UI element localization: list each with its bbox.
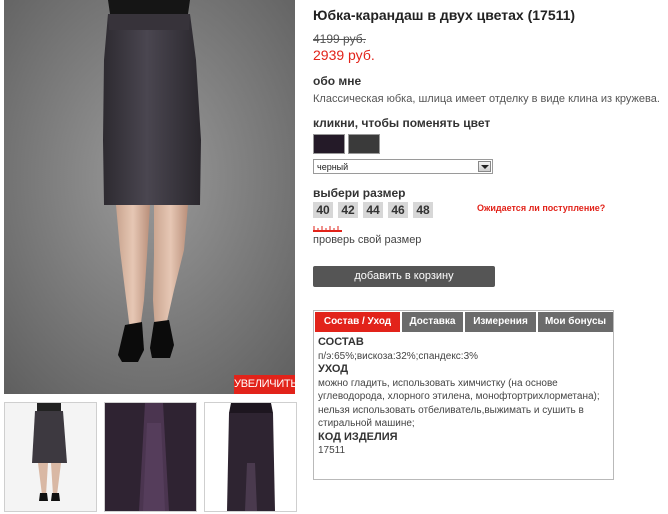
size-option-44[interactable]: 44 xyxy=(363,202,383,218)
check-size-link[interactable]: проверь свой размер xyxy=(313,234,421,246)
tab-bonuses[interactable]: Мои бонусы xyxy=(538,312,613,332)
tab-composition-care[interactable]: Состав / Уход xyxy=(315,312,400,332)
color-swatch-dark-purple[interactable] xyxy=(313,134,345,154)
size-option-42[interactable]: 42 xyxy=(338,202,358,218)
product-title: Юбка-карандаш в двух цветах (17511) xyxy=(313,7,576,23)
product-code-heading: КОД ИЗДЕЛИЯ xyxy=(318,430,398,443)
color-swatch-black[interactable] xyxy=(348,134,380,154)
tab-measurements[interactable]: Измерения xyxy=(465,312,536,332)
composition-text: п/э:65%;вискоза:32%;спандекс:3% xyxy=(318,350,479,362)
about-text: Классическая юбка, шлица имеет отделку в… xyxy=(313,93,660,105)
color-select[interactable]: черный xyxy=(313,159,493,174)
size-option-40[interactable]: 40 xyxy=(313,202,333,218)
size-heading: выбери размер xyxy=(313,186,406,200)
tab-delivery[interactable]: Доставка xyxy=(402,312,463,332)
sale-price: 2939 руб. xyxy=(313,47,375,63)
availability-link[interactable]: Ожидается ли поступление? xyxy=(477,203,605,213)
add-to-cart-button[interactable]: добавить в корзину xyxy=(313,266,495,287)
details-tabs: Состав / Уход Доставка Измерения Мои бон… xyxy=(313,310,614,480)
thumbnail-strip xyxy=(4,402,297,512)
size-option-48[interactable]: 48 xyxy=(413,202,433,218)
thumbnail-back[interactable] xyxy=(204,402,297,512)
thumbnail-front[interactable] xyxy=(4,402,97,512)
composition-heading: СОСТАВ xyxy=(318,336,364,348)
care-heading: УХОД xyxy=(318,363,349,375)
chevron-down-icon[interactable] xyxy=(478,161,491,172)
care-text: можно гладить, использовать химчистку (н… xyxy=(318,377,600,430)
about-heading: обо мне xyxy=(313,74,362,88)
ruler-icon xyxy=(313,226,342,232)
size-option-46[interactable]: 46 xyxy=(388,202,408,218)
product-code: 17511 xyxy=(318,445,346,456)
zoom-button[interactable]: УВЕЛИЧИТЬ xyxy=(234,375,298,394)
color-heading: кликни, чтобы поменять цвет xyxy=(313,116,491,130)
color-select-value: черный xyxy=(317,162,349,172)
old-price: 4199 руб. xyxy=(313,32,366,46)
tab-content: СОСТАВ п/э:65%;вискоза:32%;спандекс:3% У… xyxy=(318,336,610,458)
thumbnail-lace-detail[interactable] xyxy=(104,402,197,512)
product-main-photo[interactable] xyxy=(4,0,295,394)
